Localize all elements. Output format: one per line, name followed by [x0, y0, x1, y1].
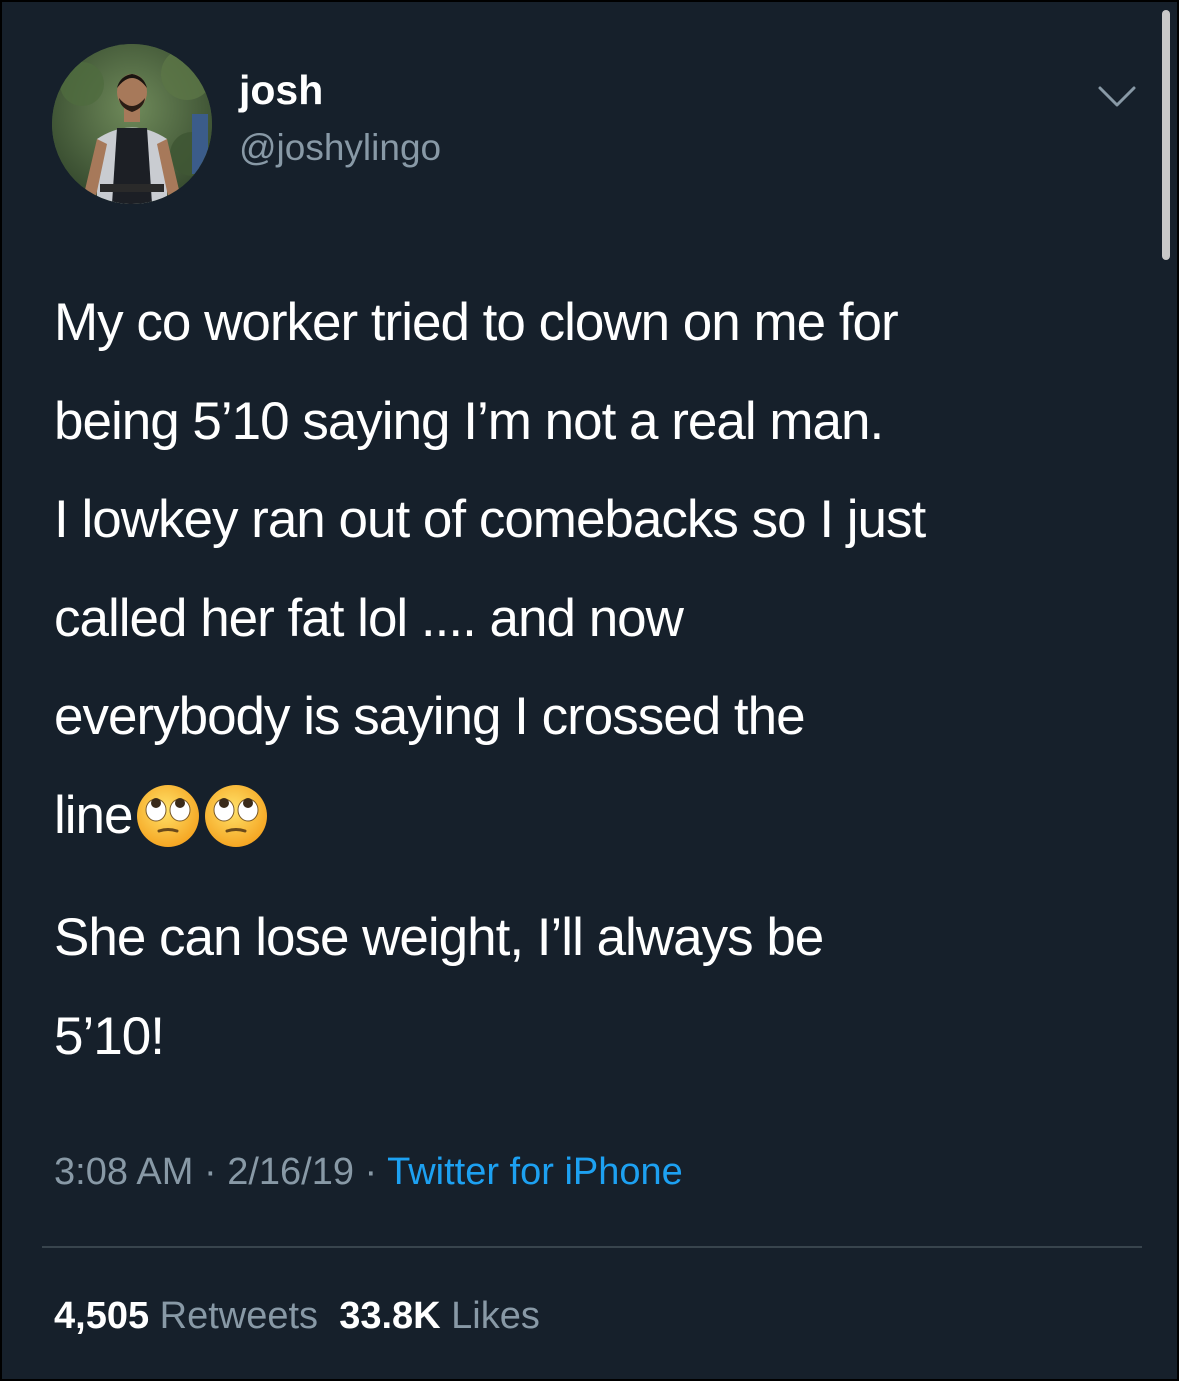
meta-separator: · — [193, 1151, 228, 1193]
tweet-meta: 3:08 AM · 2/16/19 · Twitter for iPhone — [54, 1142, 683, 1202]
avatar-photo — [52, 44, 212, 204]
tweet-line: My co worker tried to clown on me for — [54, 293, 899, 352]
tweet-time[interactable]: 3:08 AM — [54, 1151, 193, 1193]
tweet-line: 5’10! — [54, 1006, 165, 1066]
likes-label: Likes — [451, 1295, 540, 1337]
tweet-line: She can lose weight, I’ll always be — [54, 908, 824, 967]
rolling-eyes-emoji-icon — [204, 784, 267, 847]
divider — [42, 1246, 1142, 1248]
chevron-down-icon[interactable] — [1096, 84, 1138, 110]
tweet-line: line — [54, 785, 134, 845]
tweet-screenshot: josh @joshylingo My co worker tried to c… — [0, 0, 1179, 1381]
tweet-date[interactable]: 2/16/19 — [227, 1151, 354, 1193]
retweets-label: Retweets — [159, 1295, 319, 1337]
likes-stat[interactable]: 33.8K Likes — [339, 1295, 540, 1337]
scrollbar[interactable] — [1162, 10, 1170, 260]
retweets-count: 4,505 — [54, 1295, 150, 1337]
tweet-stats: 4,505 Retweets 33.8K Likes — [54, 1286, 540, 1346]
tweet-line: called her fat lol .... and now — [54, 588, 684, 648]
user-handle[interactable]: @joshylingo — [239, 124, 441, 172]
avatar[interactable] — [52, 44, 212, 204]
tweet-source-link[interactable]: Twitter for iPhone — [387, 1151, 683, 1193]
meta-separator: · — [354, 1151, 388, 1193]
rolling-eyes-emoji-icon — [136, 784, 199, 847]
tweet-line: being 5’10 saying I’m not a real man. — [54, 391, 884, 451]
display-name[interactable]: josh — [239, 64, 323, 116]
tweet-line: I lowkey ran out of comebacks so I just — [54, 490, 926, 549]
retweets-stat[interactable]: 4,505 Retweets — [54, 1295, 318, 1337]
tweet-line: everybody is saying I crossed the — [54, 687, 806, 746]
tweet-line-with-emoji: line — [54, 767, 1154, 866]
likes-count: 33.8K — [339, 1295, 441, 1337]
tweet-text: My co worker tried to clown on me for be… — [54, 274, 1154, 1086]
